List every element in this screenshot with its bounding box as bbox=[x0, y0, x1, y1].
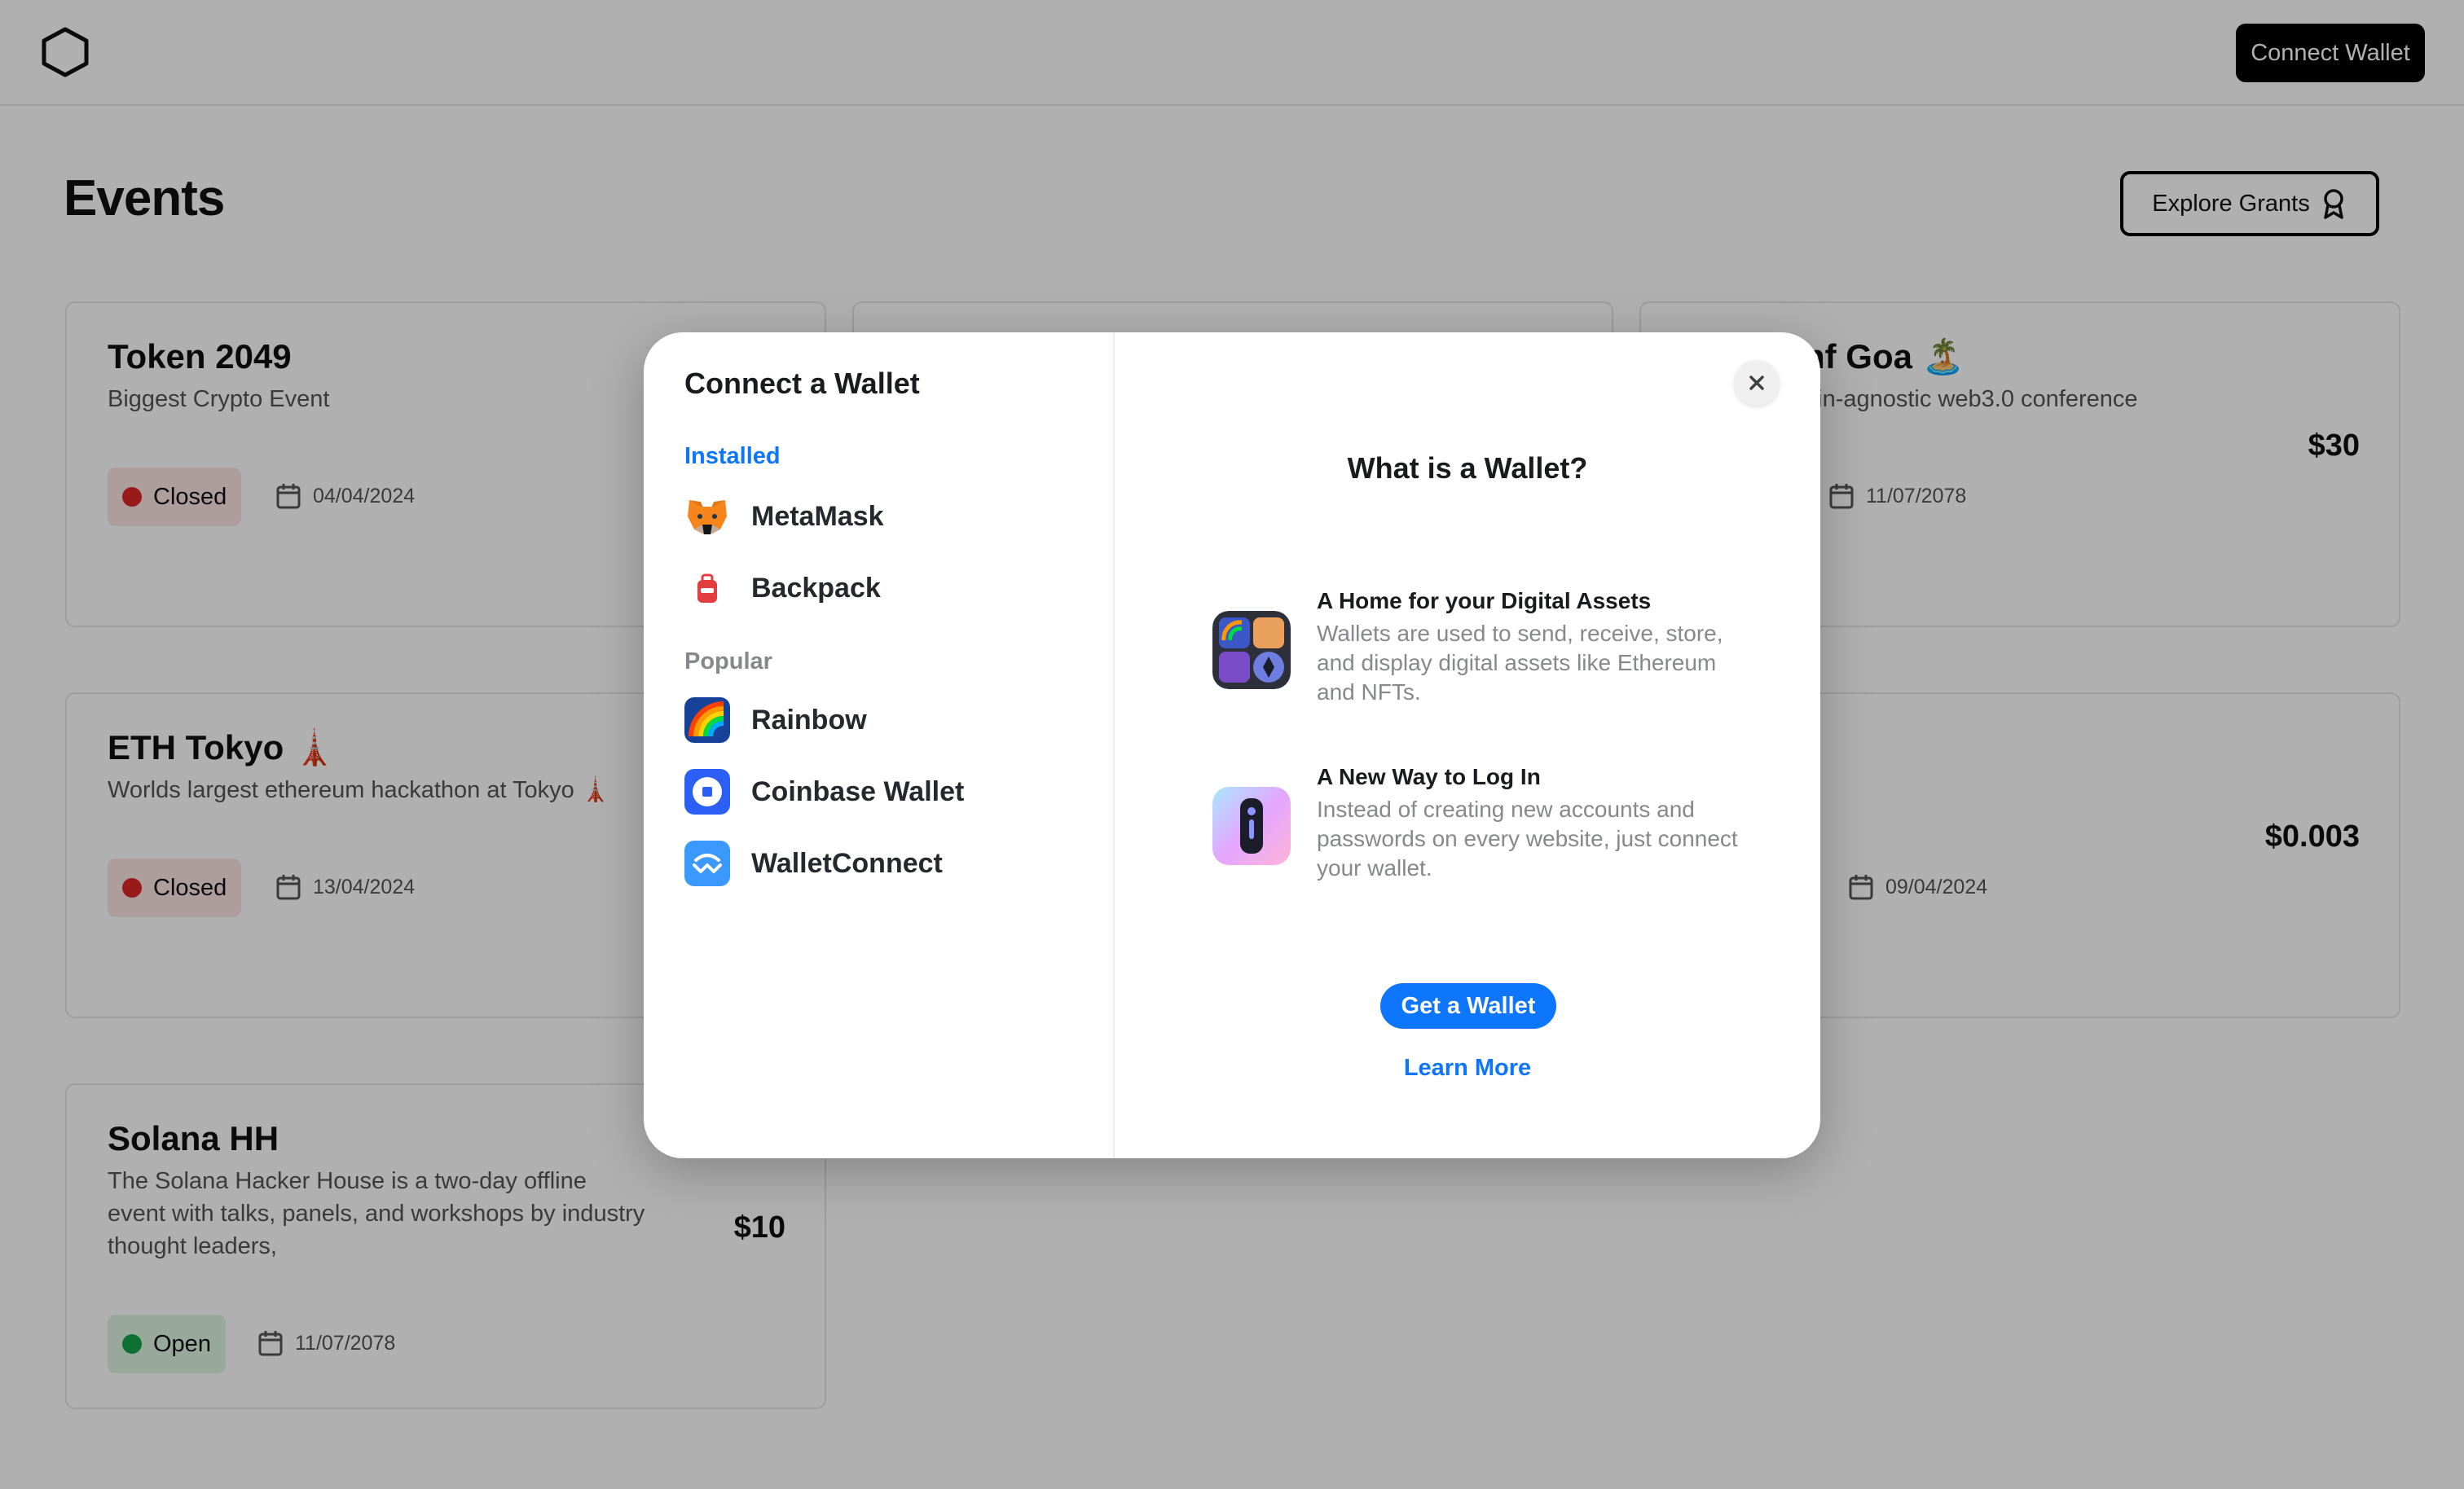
wallet-name: MetaMask bbox=[751, 500, 884, 532]
installed-group-label: Installed bbox=[684, 443, 781, 469]
feature-description: Wallets are used to send, receive, store… bbox=[1317, 621, 1723, 705]
wallet-option-rainbow[interactable]: Rainbow bbox=[684, 697, 867, 743]
login-key-icon bbox=[1212, 787, 1291, 865]
wallet-list-panel: Connect a Wallet Installed MetaMask Back… bbox=[644, 332, 1115, 1158]
get-wallet-button[interactable]: Get a Wallet bbox=[1380, 983, 1556, 1029]
modal-title: Connect a Wallet bbox=[684, 367, 920, 400]
wallet-option-coinbase[interactable]: Coinbase Wallet bbox=[684, 769, 964, 815]
wallet-option-metamask[interactable]: MetaMask bbox=[684, 494, 884, 539]
feature-title: A New Way to Log In bbox=[1317, 764, 1541, 789]
metamask-icon bbox=[684, 494, 730, 539]
backpack-icon bbox=[684, 565, 730, 611]
wallet-name: Rainbow bbox=[751, 704, 867, 736]
wallet-name: WalletConnect bbox=[751, 847, 943, 879]
wallet-name: Coinbase Wallet bbox=[751, 775, 965, 807]
rainbow-icon bbox=[684, 697, 730, 743]
popular-group-label: Popular bbox=[684, 648, 772, 674]
learn-more-link[interactable]: Learn More bbox=[1115, 1055, 1820, 1082]
connect-wallet-modal: Connect a Wallet Installed MetaMask Back… bbox=[644, 332, 1820, 1158]
close-button[interactable] bbox=[1734, 360, 1780, 406]
wallet-name: Backpack bbox=[751, 572, 881, 604]
coinbase-icon bbox=[684, 769, 730, 815]
wallet-option-backpack[interactable]: Backpack bbox=[684, 565, 881, 611]
feature-title: A Home for your Digital Assets bbox=[1317, 588, 1652, 613]
what-is-wallet-title: What is a Wallet? bbox=[1347, 451, 1588, 485]
wallet-option-walletconnect[interactable]: WalletConnect bbox=[684, 841, 943, 886]
close-icon bbox=[1749, 376, 1764, 390]
digital-assets-icon bbox=[1212, 611, 1291, 689]
feature-description: Instead of creating new accounts and pas… bbox=[1317, 797, 1738, 881]
walletconnect-icon bbox=[684, 841, 730, 886]
wallet-info-panel: What is a Wallet? A Home for your Digita… bbox=[1115, 332, 1820, 1158]
